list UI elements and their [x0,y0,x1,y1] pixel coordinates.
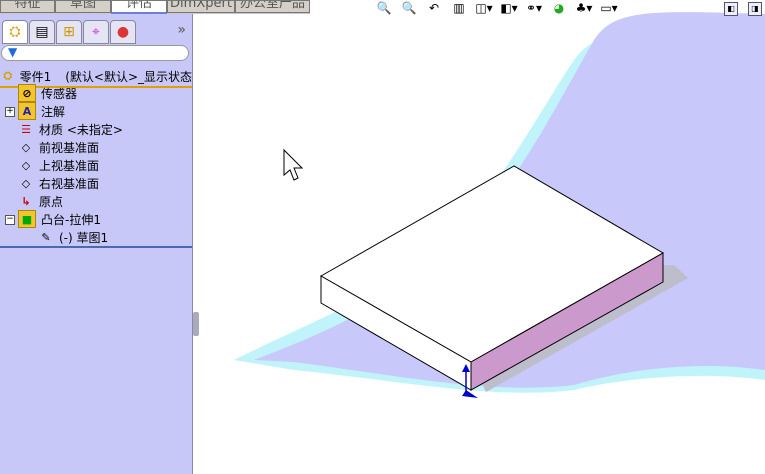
view-orientation-icon[interactable]: ◫▾ [475,1,493,15]
tree-item-sensors[interactable]: ⊘ 传感器 [18,84,77,102]
sketch-icon: ✎ [41,230,51,244]
sensor-folder-icon: ⊘ [18,84,36,102]
tree-item-material[interactable]: ☰ 材质 <未指定> [18,120,123,138]
configuration-icon: ⊞ [63,24,75,40]
configuration-manager-tab[interactable]: ⊞ [56,20,82,44]
zoom-to-area-icon[interactable]: 🔍 [400,1,418,15]
panel-divider [0,246,192,248]
tree-item-label: 注解 [41,104,66,119]
feature-manager-tab[interactable]: ⛭ [2,20,28,44]
part-configuration: (默认<默认>_显示状态 [65,69,192,84]
collapse-extrude-toggle[interactable]: − [5,215,15,225]
tab-evaluate[interactable]: 评估 [111,0,167,15]
tab-features[interactable]: 特征 [0,0,55,13]
tree-item-annotations[interactable]: A 注解 [18,102,65,120]
section-view-icon[interactable]: ▥ [450,1,468,15]
more-tabs-icon[interactable]: » [177,22,186,38]
extrude-icon: ■ [18,210,36,228]
tree-item-label: 传感器 [41,86,78,101]
tree-item-label: 凸台-拉伸1 [41,212,101,227]
mouse-cursor-icon [283,148,304,181]
tree-item-boss-extrude[interactable]: ■ 凸台-拉伸1 [18,210,101,228]
tree-item-label: 上视基准面 [39,158,100,173]
expand-annotations-toggle[interactable]: + [5,107,15,117]
restore-right-button[interactable]: ◨ [748,2,762,16]
origin-icon: ↳ [21,194,31,208]
part-icon: ⛭ [3,69,13,82]
crosshair-icon: ⌖ [92,24,100,40]
tree-item-label: 前视基准面 [39,140,100,155]
plane-icon: ◇ [21,176,31,190]
tree-item-label: (-) 草图1 [59,230,109,245]
dimxpert-manager-tab[interactable]: ⌖ [83,20,109,44]
material-icon: ☰ [21,122,31,136]
feature-manager-panel: ⛭ ▤ ⊞ ⌖ ● » ▼ ⛭ 零件1 (默认<默认>_显示状态 ⊘ 传感器 + … [0,14,193,474]
tree-item-front-plane[interactable]: ◇ 前视基准面 [18,138,99,156]
display-style-icon[interactable]: ◧▾ [500,1,518,15]
tree-item-label: 右视基准面 [39,176,100,191]
edit-appearance-icon[interactable]: ◕ [550,1,568,15]
filter-icon: ▼ [8,45,18,59]
part-name: 零件1 [19,69,52,84]
annotation-folder-icon: A [18,102,36,120]
apply-scene-icon[interactable]: ♣▾ [575,1,593,15]
tree-item-right-plane[interactable]: ◇ 右视基准面 [18,174,99,192]
property-manager-tab[interactable]: ▤ [29,20,55,44]
tree-item-top-plane[interactable]: ◇ 上视基准面 [18,156,99,174]
graphics-area[interactable] [194,0,765,474]
color-ball-icon: ● [116,24,130,40]
tree-item-label: 原点 [39,194,64,209]
hide-show-items-icon[interactable]: ⚭▾ [525,1,543,15]
tree-item-origin[interactable]: ↳ 原点 [18,192,63,210]
view-settings-icon[interactable]: ▭▾ [600,1,618,15]
view-toolbar: 🔍 🔍 ↶ ▥ ◫▾ ◧▾ ⚭▾ ◕ ♣▾ ▭▾ [375,0,618,16]
previous-view-icon[interactable]: ↶ [425,1,443,15]
part-icon: ⛭ [9,24,21,40]
property-icon: ▤ [35,24,49,40]
display-manager-tab[interactable]: ● [110,20,136,44]
plane-icon: ◇ [21,158,31,172]
restore-left-button[interactable]: ◧ [724,2,738,16]
tab-sketch[interactable]: 草图 [55,0,111,13]
tree-item-label: 材质 <未指定> [39,122,123,137]
zoom-to-fit-icon[interactable]: 🔍 [375,1,393,15]
tree-item-sketch1[interactable]: ✎ (-) 草图1 [38,228,108,246]
tree-filter-input[interactable]: ▼ [1,45,189,61]
plane-icon: ◇ [21,140,31,154]
